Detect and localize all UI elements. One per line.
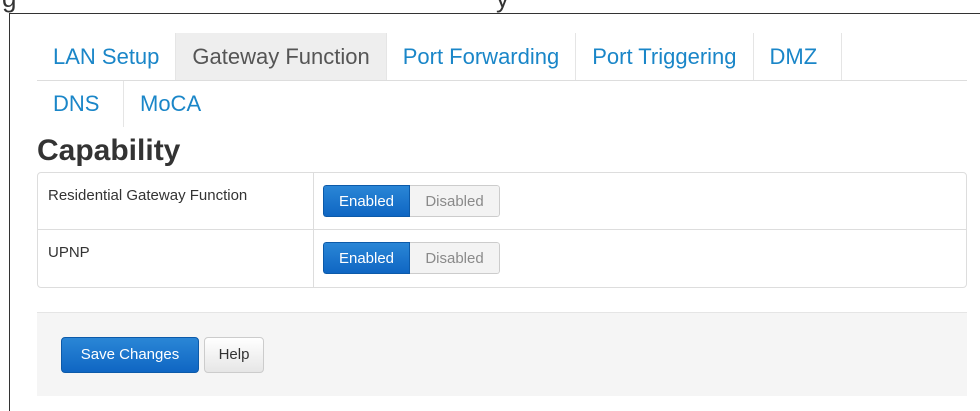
- tab-dns[interactable]: DNS: [37, 81, 124, 127]
- tab-gateway-function[interactable]: Gateway Function: [176, 33, 387, 80]
- save-changes-button[interactable]: Save Changes: [61, 337, 199, 373]
- section-title: Capability: [37, 134, 181, 167]
- tab-dmz[interactable]: DMZ: [754, 33, 842, 80]
- upnp-toggle: Enabled Disabled: [323, 242, 500, 274]
- help-button[interactable]: Help: [204, 337, 264, 373]
- heading-fragment-right: y: [496, 0, 509, 13]
- capability-control: Enabled Disabled: [314, 230, 966, 287]
- capability-label: UPNP: [38, 230, 314, 287]
- capability-table: Residential Gateway Function Enabled Dis…: [37, 172, 967, 288]
- form-actions: Save Changes Help: [37, 312, 967, 396]
- table-row: UPNP Enabled Disabled: [38, 230, 966, 287]
- enabled-button[interactable]: Enabled: [323, 185, 410, 217]
- tab-row-spacer: [842, 33, 967, 80]
- capability-control: Enabled Disabled: [314, 173, 966, 230]
- clipped-page-heading: g y: [0, 0, 560, 13]
- tab-port-forwarding[interactable]: Port Forwarding: [387, 33, 577, 80]
- residential-gateway-toggle: Enabled Disabled: [323, 185, 500, 217]
- tab-bar: LAN Setup Gateway Function Port Forwardi…: [37, 33, 967, 127]
- disabled-button[interactable]: Disabled: [410, 185, 500, 217]
- tab-row-1: LAN Setup Gateway Function Port Forwardi…: [37, 33, 967, 81]
- heading-fragment-left: g: [2, 0, 16, 13]
- tab-moca[interactable]: MoCA: [124, 81, 217, 127]
- tab-port-triggering[interactable]: Port Triggering: [576, 33, 754, 80]
- tab-lan-setup[interactable]: LAN Setup: [37, 33, 177, 80]
- enabled-button[interactable]: Enabled: [323, 242, 410, 274]
- disabled-button[interactable]: Disabled: [410, 242, 500, 274]
- table-row: Residential Gateway Function Enabled Dis…: [38, 173, 966, 230]
- tab-row-2: DNS MoCA: [37, 81, 238, 127]
- capability-label: Residential Gateway Function: [38, 173, 314, 230]
